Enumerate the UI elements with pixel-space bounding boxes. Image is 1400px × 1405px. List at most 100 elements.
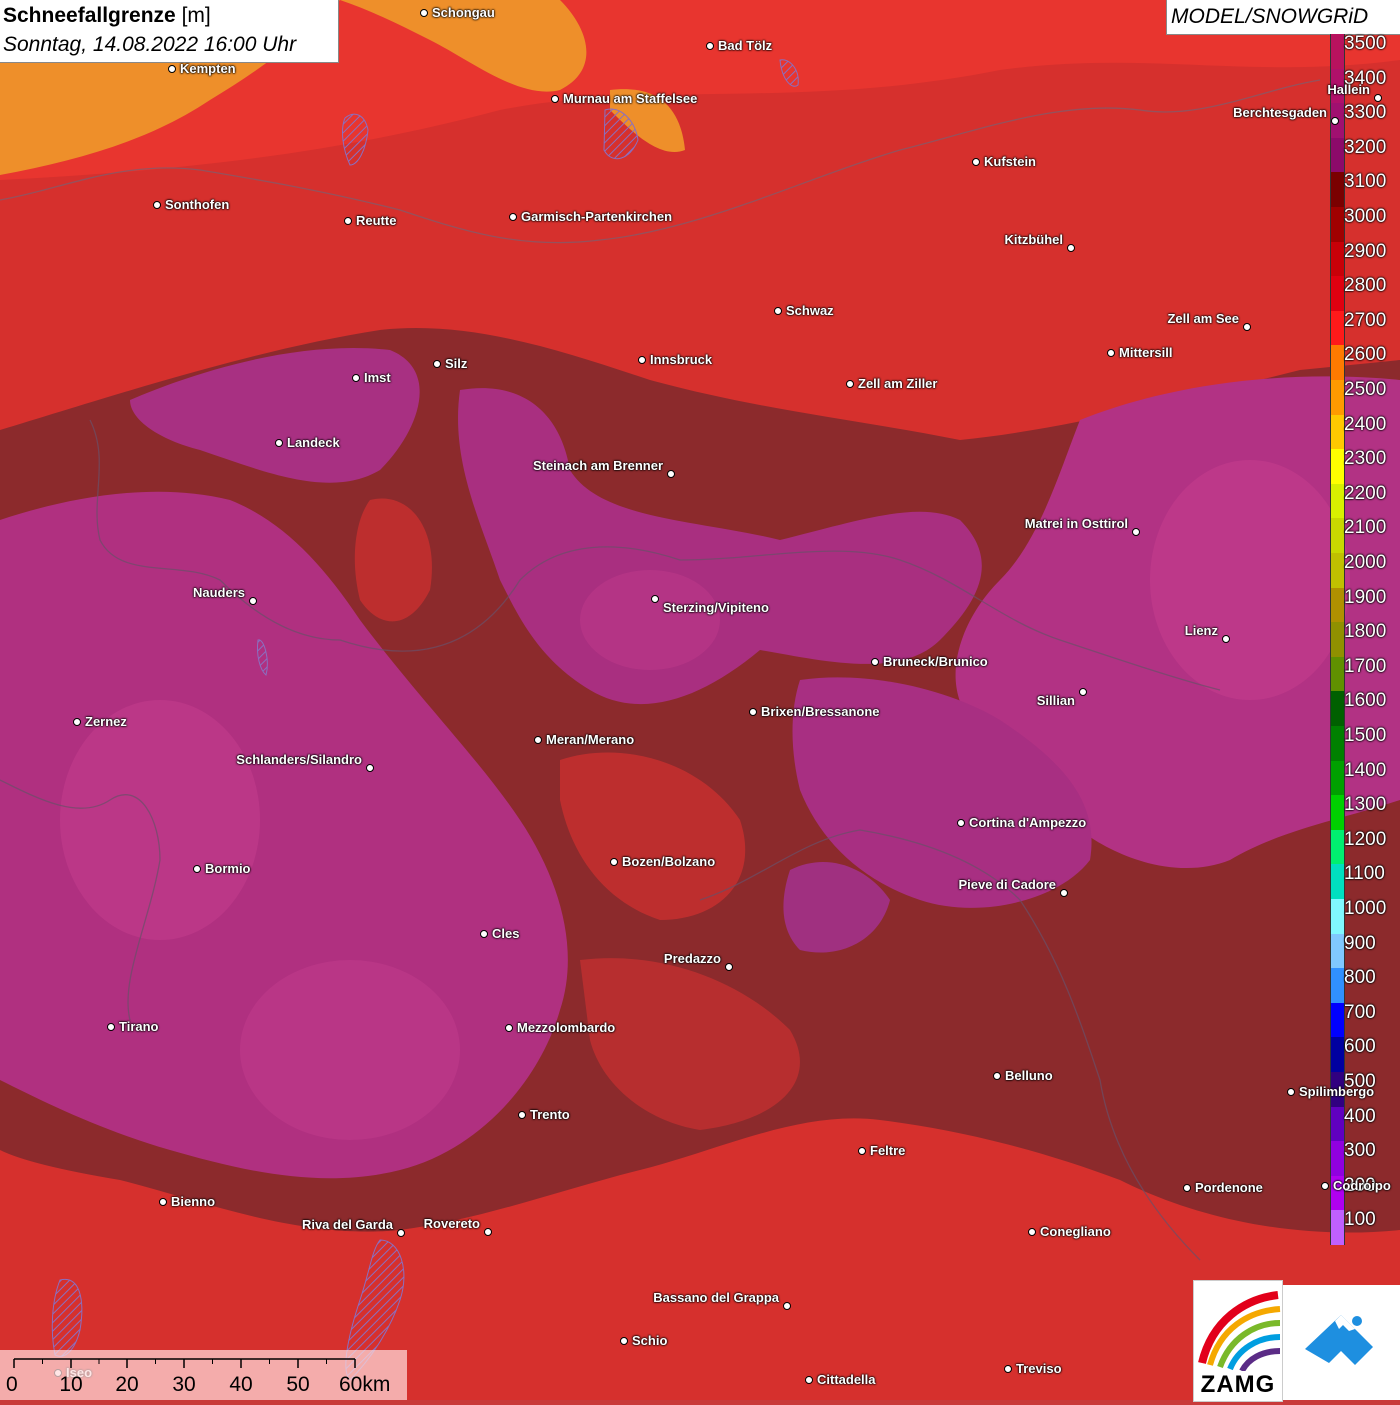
city-label: Nauders	[192, 585, 245, 600]
legend-swatch	[1330, 587, 1345, 623]
legend-swatch	[1330, 1141, 1345, 1177]
legend-swatch	[1330, 899, 1345, 935]
city-label: Sonthofen	[165, 197, 230, 212]
legend-label: 2200	[1344, 482, 1387, 504]
city-label: Matrei in Osttirol	[1024, 516, 1128, 531]
city-label: Schwaz	[786, 303, 834, 318]
legend-label: 3000	[1344, 206, 1387, 227]
map-title: Schneefallgrenze [m]	[3, 4, 211, 27]
city-label: Silz	[445, 356, 468, 371]
city-label: Imst	[364, 370, 391, 385]
legend-label: 1000	[1344, 898, 1387, 919]
city-marker	[1222, 635, 1230, 643]
legend-swatch	[1330, 1002, 1345, 1038]
legend-colorbar	[1330, 34, 1345, 1246]
city-marker	[1079, 688, 1087, 696]
legend-label: 2500	[1344, 379, 1387, 400]
scale-label: 40	[229, 1373, 253, 1396]
city-marker	[505, 1024, 513, 1032]
legend-label: 2600	[1344, 344, 1387, 366]
legend-label: 3200	[1344, 136, 1387, 158]
legend-swatch	[1330, 1037, 1345, 1073]
city-marker	[993, 1072, 1001, 1080]
legend-swatch	[1330, 345, 1345, 381]
city-marker	[159, 1198, 167, 1206]
city-label: Bozen/Bolzano	[622, 854, 716, 869]
city-marker	[509, 213, 517, 221]
city-label: Kitzbühel	[1004, 232, 1064, 247]
city-label: Schio	[632, 1333, 668, 1348]
map-datetime: Sonntag, 14.08.2022 16:00 Uhr	[3, 33, 297, 56]
city-label: Sterzing/Vipiteno	[663, 600, 769, 615]
city-marker	[1004, 1365, 1012, 1373]
city-label: Cortina d'Ampezzo	[969, 815, 1087, 830]
scale-label: 50	[286, 1373, 310, 1396]
city-marker	[1183, 1184, 1191, 1192]
city-label: Lienz	[1184, 623, 1218, 638]
city-marker	[397, 1229, 405, 1237]
city-label: Kempten	[180, 61, 236, 76]
legend-label: 1700	[1344, 655, 1387, 677]
legend-label: 1800	[1344, 621, 1387, 643]
city-marker	[420, 9, 428, 17]
legend-label: 2900	[1344, 240, 1387, 262]
city-label: Conegliano	[1040, 1224, 1111, 1239]
legend-swatch	[1330, 137, 1345, 173]
city-label: Riva del Garda	[301, 1217, 393, 1232]
city-label: Pieve di Cadore	[958, 877, 1056, 892]
city-label: Innsbruck	[650, 352, 713, 367]
city-marker	[1107, 349, 1115, 357]
city-marker	[1331, 117, 1339, 125]
model-label-box: MODEL/SNOWGRiD	[1166, 0, 1400, 35]
city-label: Zernez	[85, 714, 127, 729]
legend-swatch	[1330, 864, 1345, 900]
city-label: Sillian	[1036, 693, 1075, 708]
legend-label: 1500	[1344, 725, 1387, 746]
legend-label: 400	[1344, 1105, 1376, 1127]
scale-label: 60km	[339, 1373, 391, 1396]
city-label: Bruneck/Brunico	[883, 654, 988, 669]
legend-label: 3300	[1344, 102, 1387, 124]
legend-label: 2100	[1344, 517, 1387, 539]
city-marker	[620, 1337, 628, 1345]
zamg-logo: ZAMG	[1193, 1280, 1283, 1402]
legend-label: 2400	[1344, 413, 1387, 435]
legend-swatch	[1330, 34, 1345, 70]
city-label: Tirano	[119, 1019, 159, 1034]
city-marker	[249, 597, 257, 605]
city-marker	[518, 1111, 526, 1119]
city-marker	[783, 1302, 791, 1310]
city-label: Spilimbergo	[1299, 1084, 1375, 1099]
snowgrid-mountain-icon	[1283, 1285, 1400, 1400]
city-label: Brixen/Bressanone	[761, 704, 880, 719]
city-marker	[1028, 1228, 1036, 1236]
zamg-logo-text: ZAMG	[1200, 1371, 1276, 1398]
city-marker	[638, 356, 646, 364]
city-marker	[366, 764, 374, 772]
legend-swatch	[1330, 691, 1345, 727]
city-label: Cles	[492, 926, 520, 941]
legend-swatch	[1330, 380, 1345, 416]
legend-swatch	[1330, 622, 1345, 658]
city-marker	[1132, 528, 1140, 536]
city-label: Pordenone	[1195, 1180, 1263, 1195]
city-label: Landeck	[287, 435, 340, 450]
city-label: Bad Tölz	[718, 38, 773, 53]
city-marker	[1060, 889, 1068, 897]
legend-swatch	[1330, 795, 1345, 831]
city-marker	[1067, 244, 1075, 252]
scale-label: 10	[59, 1373, 83, 1396]
legend-swatch	[1330, 207, 1345, 243]
city-label: Bienno	[171, 1194, 216, 1209]
city-marker	[352, 374, 360, 382]
city-marker	[846, 380, 854, 388]
city-marker	[344, 217, 352, 225]
city-marker	[749, 708, 757, 716]
city-label: Mezzolombardo	[517, 1020, 616, 1035]
city-marker	[858, 1147, 866, 1155]
city-marker	[168, 65, 176, 73]
city-marker	[1374, 94, 1382, 102]
city-label: Treviso	[1016, 1361, 1062, 1376]
city-label: Schlanders/Silandro	[236, 752, 362, 767]
city-label: Kufstein	[984, 154, 1036, 169]
